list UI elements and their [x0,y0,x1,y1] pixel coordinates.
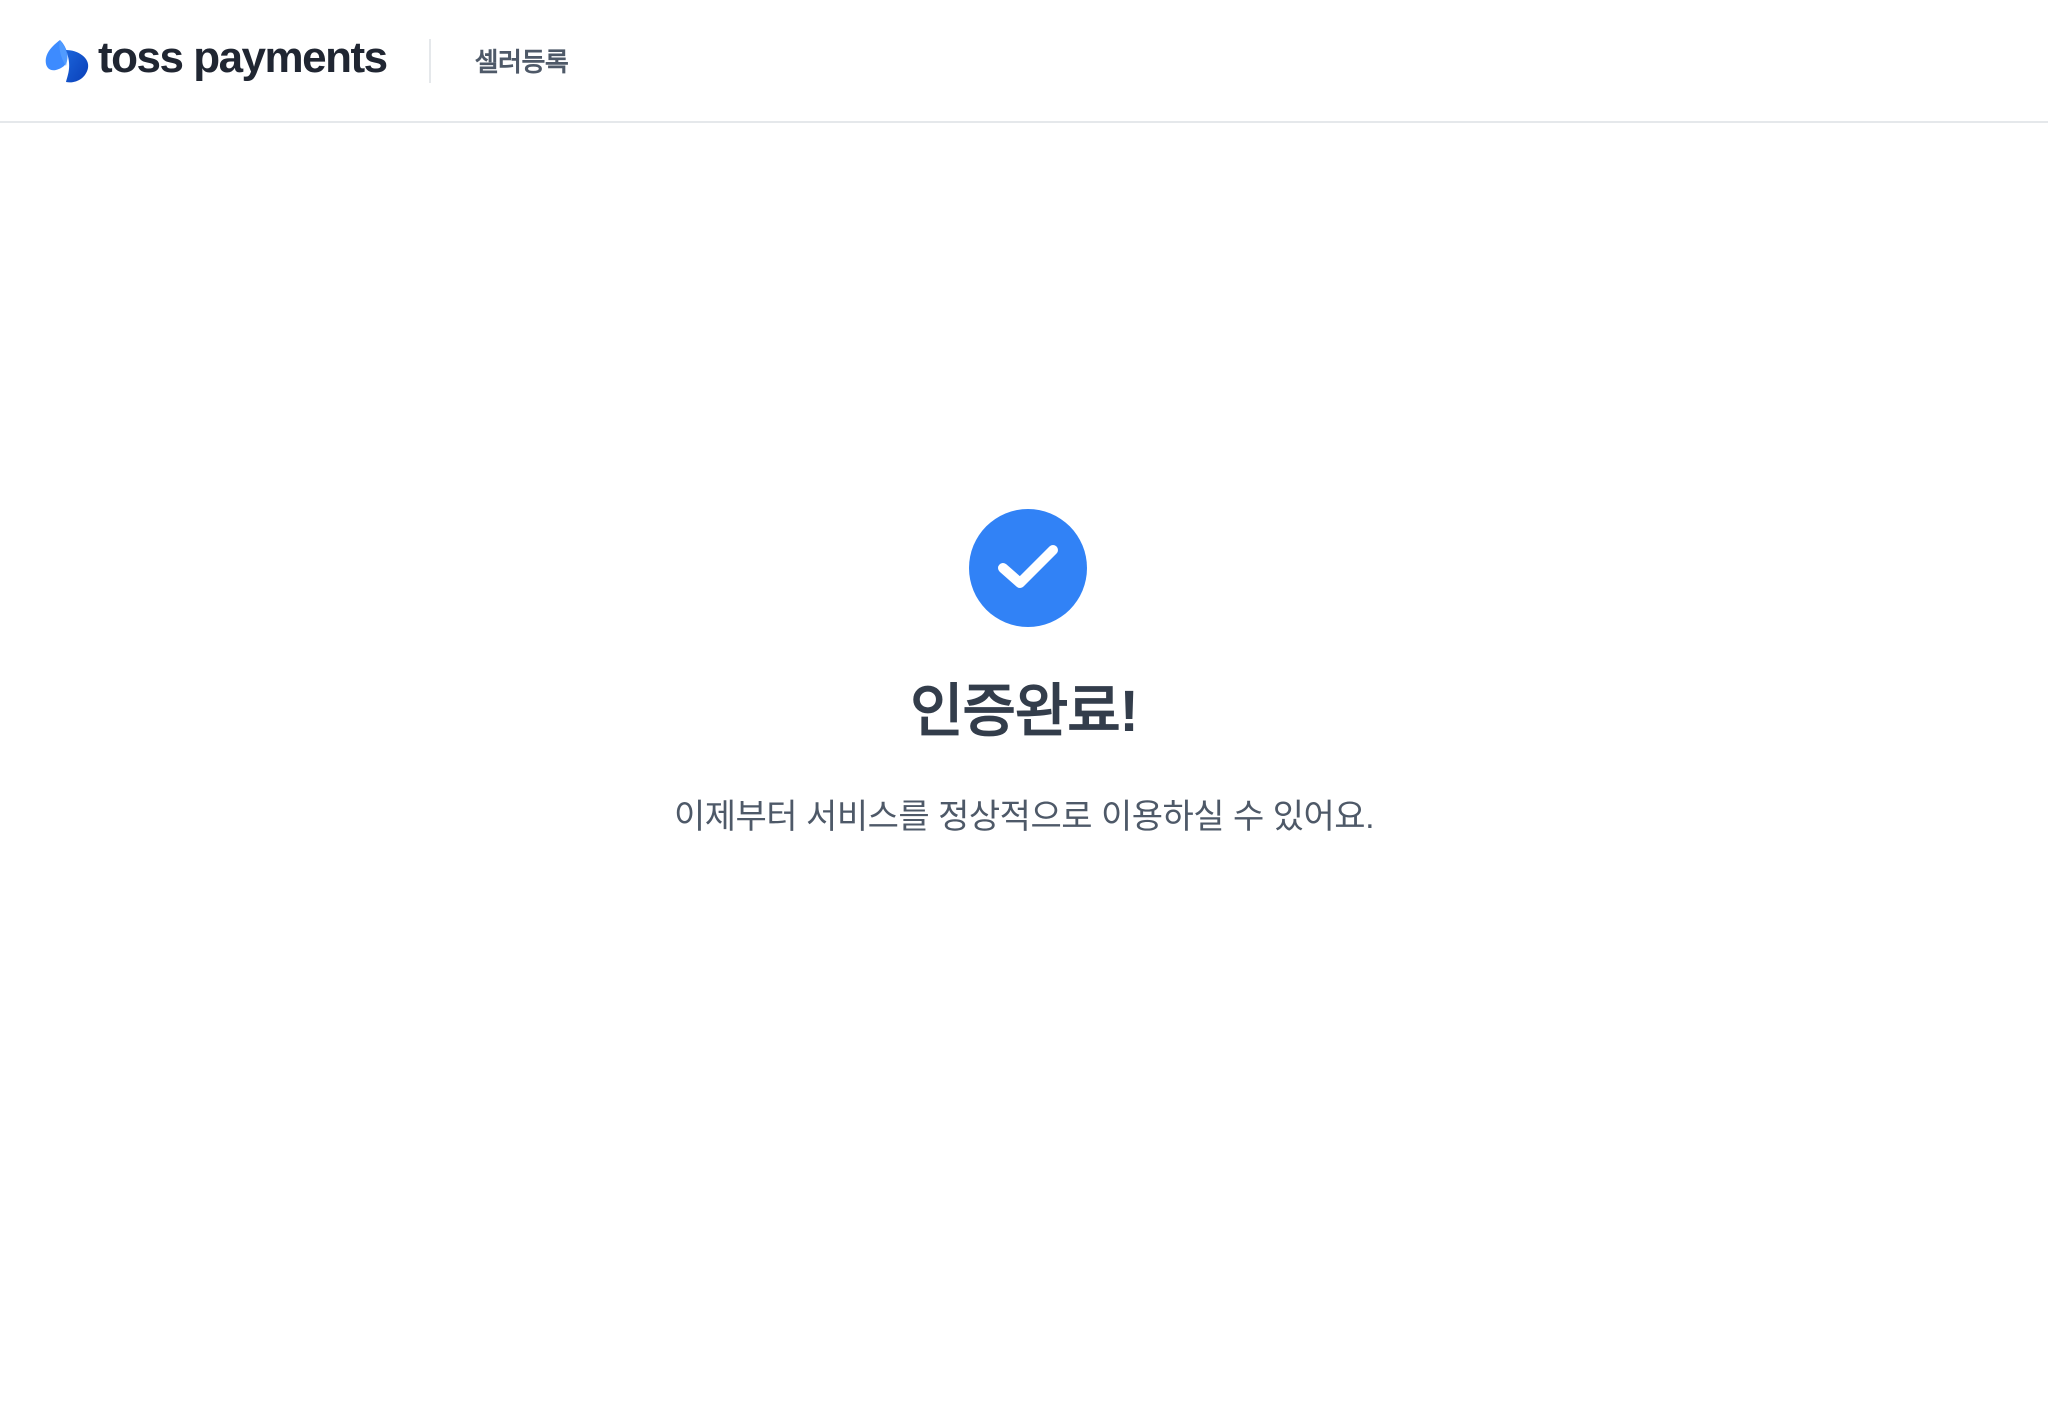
page-title: 인증완료! [910,679,1139,744]
toss-logo-icon [45,39,89,82]
success-message: 이제부터 서비스를 정상적으로 이용하실 수 있어요. [673,798,1375,836]
seller-registration-link[interactable]: 셀러등록 [475,42,569,79]
main-content [0,123,2048,1409]
toss-payments-logo[interactable]: toss payments [42,31,388,91]
header-divider [428,38,431,83]
top-header: toss payments 셀러등록 [0,0,2048,123]
check-circle-icon [998,545,1058,588]
success-badge [969,509,1087,627]
logo-wordmark: toss payments [98,32,388,82]
